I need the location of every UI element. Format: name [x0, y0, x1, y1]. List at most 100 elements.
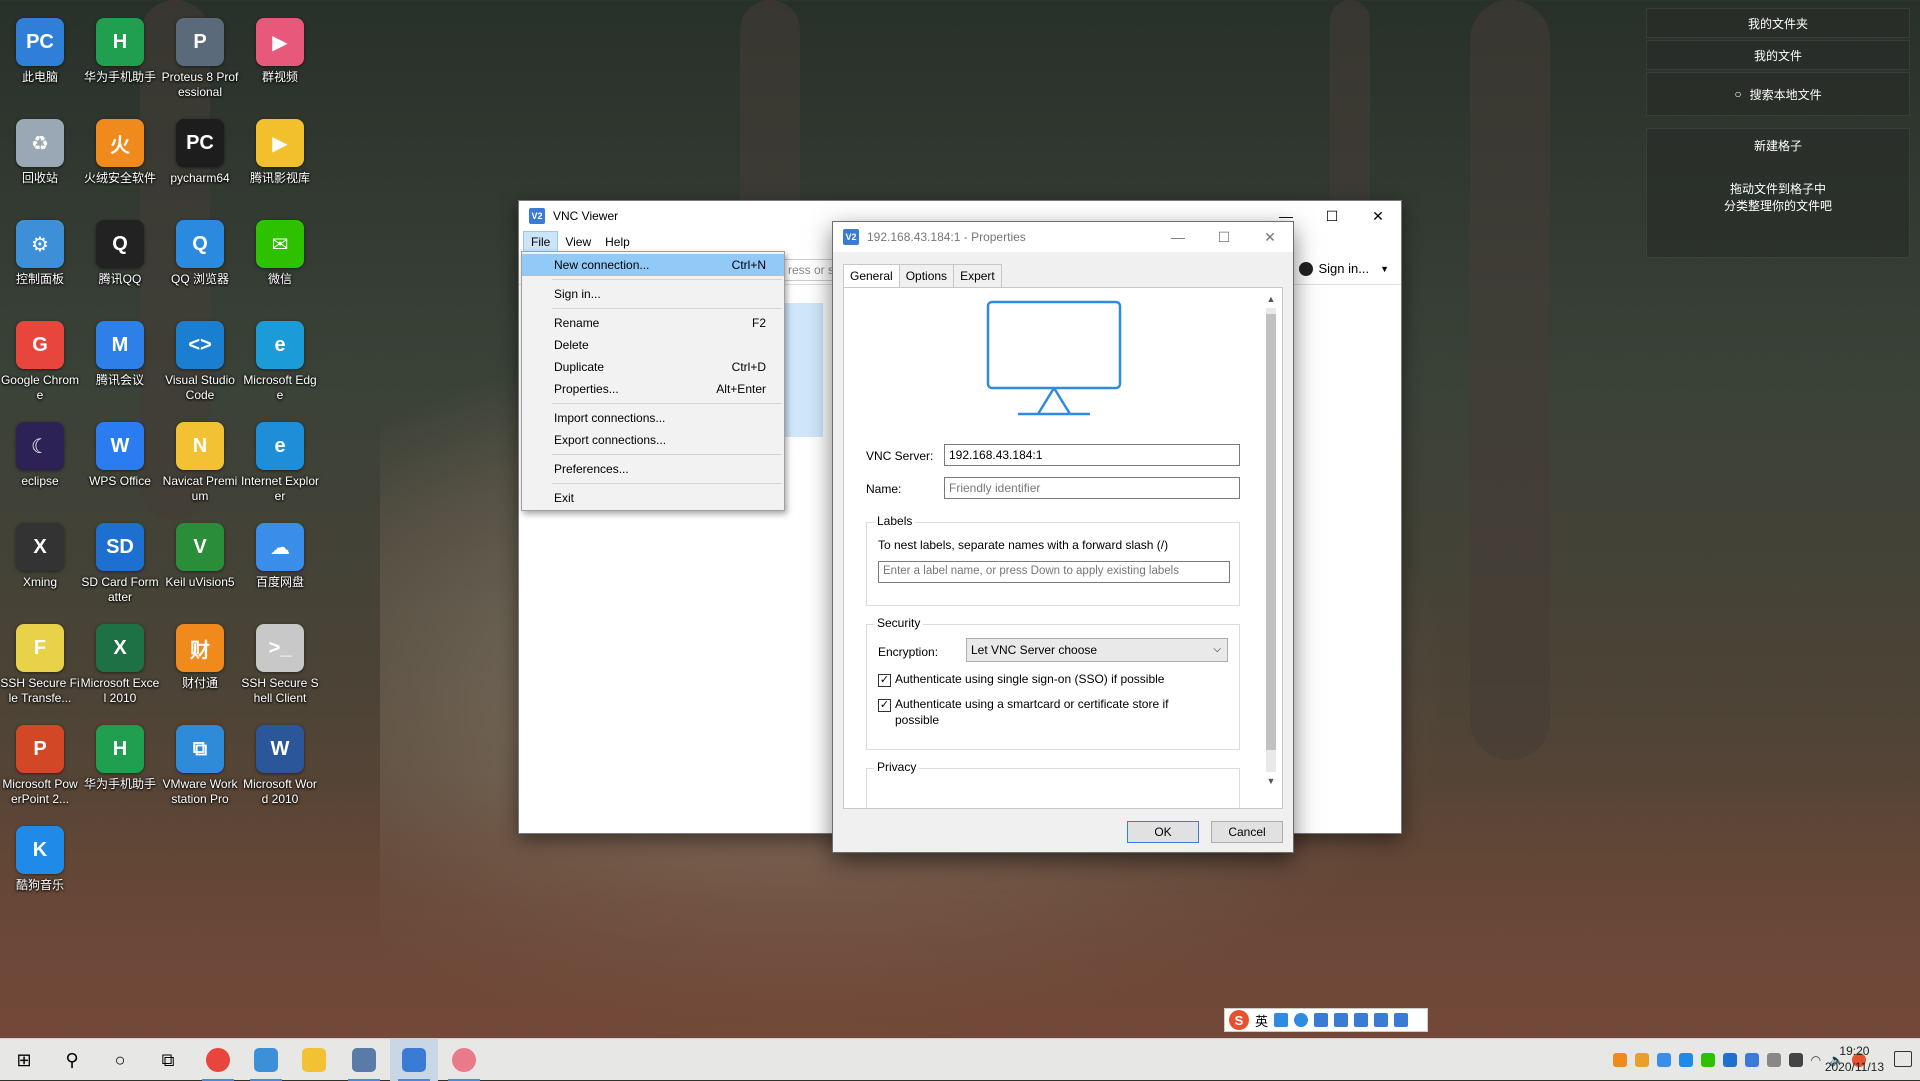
desktop-icon[interactable]: SD SD Card Formatter: [80, 515, 160, 615]
menu-view[interactable]: View: [558, 232, 598, 252]
desktop-icon[interactable]: <> Visual Studio Code: [160, 313, 240, 413]
checkbox-checked[interactable]: ✓: [878, 674, 891, 687]
tray-app-icon[interactable]: [1634, 1053, 1649, 1067]
start-button[interactable]: ⊞: [0, 1039, 48, 1081]
ime-language[interactable]: 英: [1255, 1011, 1268, 1030]
menu-item-properties[interactable]: Properties... Alt+Enter: [522, 378, 784, 400]
desktop-icon[interactable]: 火火绒安全软件: [80, 111, 160, 211]
desktop-icon[interactable]: V Keil uVision5: [160, 515, 240, 615]
keyboard-icon[interactable]: [1334, 1013, 1349, 1027]
desktop-icon[interactable]: X Xming: [0, 515, 80, 615]
bluetooth-icon[interactable]: [1722, 1053, 1737, 1067]
desktop-icon[interactable]: PC pycharm64: [160, 111, 240, 211]
taskbar-snipping[interactable]: [440, 1039, 488, 1081]
menu-file[interactable]: File: [523, 231, 559, 253]
desktop-icon[interactable]: >_ SSH Secure Shell Client: [240, 616, 320, 716]
punct-icon[interactable]: [1274, 1013, 1289, 1027]
scroll-down-arrow[interactable]: ▼: [1264, 774, 1278, 788]
task-view-button[interactable]: ⧉: [144, 1039, 192, 1081]
desktop-icon[interactable]: ▶ 群视频: [240, 10, 320, 110]
cancel-button[interactable]: Cancel: [1211, 821, 1283, 843]
desktop-icon[interactable]: PC 此电脑: [0, 10, 80, 110]
desktop-icon[interactable]: e Microsoft Edge: [240, 313, 320, 413]
desktop-icon[interactable]: K 酷狗音乐: [0, 818, 80, 918]
desktop-icon[interactable]: F SSH Secure File Transfe...: [0, 616, 80, 716]
tab-options[interactable]: Options: [898, 264, 955, 287]
menu-item-rename[interactable]: Rename F2: [522, 312, 784, 334]
skin-icon[interactable]: [1374, 1013, 1389, 1027]
menu-item-preferences[interactable]: Preferences...: [522, 458, 784, 480]
desktop-icon[interactable]: ⚙ 控制面板: [0, 212, 80, 312]
tab-expert[interactable]: Expert: [953, 264, 1002, 287]
tray-app-icon[interactable]: [1612, 1053, 1627, 1067]
user-icon[interactable]: [1354, 1013, 1369, 1027]
emoji-icon[interactable]: [1294, 1013, 1309, 1027]
desktop-icon[interactable]: Q QQ 浏览器: [160, 212, 240, 312]
taskbar-ssh[interactable]: [340, 1039, 388, 1081]
desktop-icon[interactable]: ♻ 回收站: [0, 111, 80, 211]
taskbar-control-panel[interactable]: [242, 1039, 290, 1081]
close-button[interactable]: ✕: [1355, 201, 1401, 231]
search-local-files-button[interactable]: ○ 搜索本地文件: [1646, 72, 1910, 116]
sign-in-button[interactable]: Sign in... ▼: [1299, 261, 1389, 276]
tray-app-icon[interactable]: [1678, 1053, 1693, 1067]
close-button[interactable]: ✕: [1247, 222, 1293, 252]
wifi-icon[interactable]: ◠: [1811, 1053, 1821, 1067]
menu-item-exit[interactable]: Exit: [522, 487, 784, 509]
sogou-icon[interactable]: S: [1229, 1010, 1249, 1030]
connection-thumbnail[interactable]: [785, 303, 823, 437]
maximize-button[interactable]: ☐: [1201, 222, 1247, 252]
search-button[interactable]: ⚲: [48, 1039, 96, 1081]
properties-scrollbar[interactable]: ▲ ▼: [1264, 292, 1278, 788]
menu-item-import[interactable]: Import connections...: [522, 407, 784, 429]
menu-item-export[interactable]: Export connections...: [522, 429, 784, 451]
name-input[interactable]: Friendly identifier: [944, 477, 1240, 499]
sso-checkbox[interactable]: ✓ Authenticate using single sign-on (SSO…: [878, 671, 1164, 687]
taskbar-file-explorer[interactable]: [290, 1039, 338, 1081]
desktop-icon[interactable]: W Microsoft Word 2010: [240, 717, 320, 817]
notification-icon[interactable]: [1894, 1051, 1912, 1067]
menu-item-delete[interactable]: Delete: [522, 334, 784, 356]
tray-app-icon[interactable]: [1656, 1053, 1671, 1067]
desktop-icon[interactable]: W WPS Office: [80, 414, 160, 514]
taskbar-vnc-viewer[interactable]: [390, 1039, 438, 1081]
ime-toolbar[interactable]: S 英: [1224, 1008, 1428, 1032]
vnc-server-input[interactable]: 192.168.43.184:1: [944, 444, 1240, 466]
desktop-icon[interactable]: 财财付通: [160, 616, 240, 716]
desktop-icon[interactable]: X Microsoft Excel 2010: [80, 616, 160, 716]
menu-help[interactable]: Help: [598, 232, 637, 252]
menu-item-new-connection[interactable]: New connection... Ctrl+N: [522, 254, 784, 276]
labels-input[interactable]: Enter a label name, or press Down to app…: [878, 561, 1230, 583]
scroll-up-arrow[interactable]: ▲: [1264, 292, 1278, 306]
desktop-icon[interactable]: P Proteus 8 Professional: [160, 10, 240, 110]
my-folder-button[interactable]: 我的文件夹: [1646, 8, 1910, 38]
new-fence-box[interactable]: 新建格子 拖动文件到格子中 分类整理你的文件吧: [1646, 128, 1910, 258]
desktop-icon[interactable]: ✉ 微信: [240, 212, 320, 312]
maximize-button[interactable]: ☐: [1309, 201, 1355, 231]
properties-titlebar[interactable]: V2 192.168.43.184:1 - Properties — ☐ ✕: [833, 222, 1293, 252]
desktop-icon[interactable]: H 华为手机助手: [80, 10, 160, 110]
tray-app-icon[interactable]: [1700, 1053, 1715, 1067]
taskbar-chrome[interactable]: [194, 1039, 242, 1081]
desktop-icon[interactable]: ⧉ VMware Workstation Pro: [160, 717, 240, 817]
ok-button[interactable]: OK: [1127, 821, 1199, 843]
encryption-select[interactable]: Let VNC Server choose ⌵: [966, 638, 1228, 662]
desktop-icon[interactable]: Q 腾讯QQ: [80, 212, 160, 312]
desktop-icon[interactable]: G Google Chrome: [0, 313, 80, 413]
desktop-icon[interactable]: ☁ 百度网盘: [240, 515, 320, 615]
smartcard-checkbox[interactable]: ✓ Authenticate using a smartcard or cert…: [878, 696, 1168, 728]
mic-icon[interactable]: [1314, 1013, 1329, 1027]
desktop-icon[interactable]: P Microsoft PowerPoint 2...: [0, 717, 80, 817]
minimize-button[interactable]: —: [1155, 222, 1201, 252]
my-files-button[interactable]: 我的文件: [1646, 40, 1910, 70]
menu-item-sign-in[interactable]: Sign in...: [522, 283, 784, 305]
menu-item-duplicate[interactable]: Duplicate Ctrl+D: [522, 356, 784, 378]
desktop-icon[interactable]: ▶ 腾讯影视库: [240, 111, 320, 211]
checkbox-checked[interactable]: ✓: [878, 699, 891, 712]
desktop-icon[interactable]: H 华为手机助手: [80, 717, 160, 817]
tab-general[interactable]: General: [843, 264, 900, 287]
desktop-icon[interactable]: N Navicat Premium: [160, 414, 240, 514]
battery-icon[interactable]: [1788, 1053, 1803, 1067]
desktop-icon[interactable]: ☾ eclipse: [0, 414, 80, 514]
tray-app-icon[interactable]: [1744, 1053, 1759, 1067]
